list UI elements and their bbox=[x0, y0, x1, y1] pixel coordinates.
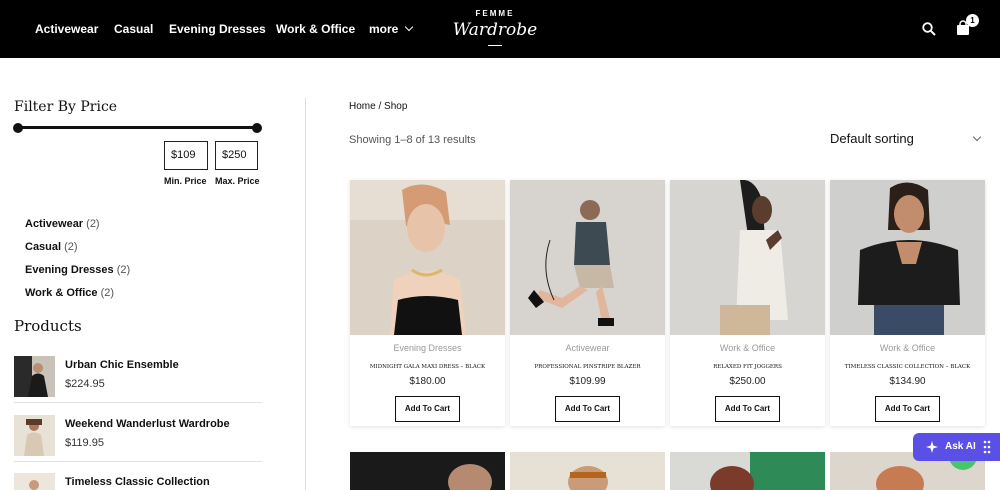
price-slider-max-handle[interactable] bbox=[252, 123, 262, 133]
product-price: $109.99 bbox=[569, 376, 606, 387]
product-thumbnail[interactable] bbox=[14, 356, 55, 397]
add-to-cart-button[interactable]: Add To Cart bbox=[875, 396, 940, 422]
drag-handle-icon[interactable] bbox=[983, 440, 991, 454]
price-slider-min-handle[interactable] bbox=[13, 123, 23, 133]
sidebar-product-price: $119.95 bbox=[65, 437, 104, 449]
ask-ai-button[interactable]: Ask AI bbox=[913, 433, 1000, 461]
max-price-label: Max. Price bbox=[215, 176, 260, 186]
sort-dropdown[interactable]: Default sorting bbox=[830, 131, 984, 146]
product-card: Work & Office TIMELESS CLASSIC COLLECTIO… bbox=[830, 180, 985, 426]
breadcrumb-current: Shop bbox=[384, 101, 408, 112]
product-image[interactable] bbox=[830, 180, 985, 335]
product-category[interactable]: Work & Office bbox=[670, 343, 825, 353]
product-card: Work & Office RELAXED FIT JOGGERS $250.0… bbox=[670, 180, 825, 426]
product-image[interactable] bbox=[670, 452, 825, 490]
search-icon[interactable] bbox=[922, 22, 936, 36]
chevron-down-icon bbox=[405, 22, 414, 32]
add-to-cart-button[interactable]: Add To Cart bbox=[555, 396, 620, 422]
product-price: $250.00 bbox=[729, 376, 766, 387]
product-title[interactable]: RELAXED FIT JOGGERS bbox=[670, 364, 825, 370]
max-price-input[interactable]: $250 bbox=[215, 141, 258, 170]
nav-more[interactable]: more bbox=[369, 22, 414, 36]
sidebar-product-name[interactable]: Timeless Classic Collection bbox=[65, 476, 210, 488]
category-name: Work & Office bbox=[25, 287, 98, 299]
sidebar-product-price: $224.95 bbox=[65, 378, 105, 390]
sidebar-product-name[interactable]: Weekend Wanderlust Wardrobe bbox=[65, 418, 230, 430]
product-image[interactable] bbox=[350, 180, 505, 335]
category-count: (2) bbox=[116, 264, 131, 276]
chevron-down-icon bbox=[972, 132, 982, 142]
nav-activewear[interactable]: Activewear bbox=[35, 22, 98, 36]
result-count: Showing 1–8 of 13 results bbox=[349, 134, 476, 146]
brand-logo[interactable]: Wardrobe bbox=[440, 20, 550, 40]
category-name: Evening Dresses bbox=[25, 264, 114, 276]
sparkle-icon bbox=[926, 441, 938, 453]
product-title[interactable]: TIMELESS CLASSIC COLLECTION – BLACK bbox=[830, 364, 985, 370]
cart-count-badge: 1 bbox=[966, 14, 979, 27]
add-to-cart-button[interactable]: Add To Cart bbox=[395, 396, 460, 422]
brand-small: FEMME bbox=[475, 9, 515, 18]
sidebar-product-name[interactable]: Urban Chic Ensemble bbox=[65, 359, 179, 371]
category-casual[interactable]: Casual (2) bbox=[25, 241, 78, 253]
sidebar-divider bbox=[305, 98, 306, 490]
ask-ai-label: Ask AI bbox=[945, 441, 976, 452]
category-activewear[interactable]: Activewear (2) bbox=[25, 218, 100, 230]
product-card: Evening Dresses MIDNIGHT GALA MAXI DRESS… bbox=[350, 180, 505, 426]
sidebar-product-divider bbox=[14, 461, 262, 462]
category-count: (2) bbox=[100, 287, 115, 299]
nav-casual[interactable]: Casual bbox=[114, 22, 153, 36]
product-category[interactable]: Evening Dresses bbox=[350, 343, 505, 353]
category-evening-dresses[interactable]: Evening Dresses (2) bbox=[25, 264, 130, 276]
product-title[interactable]: PROFESSIONAL PINSTRIPE BLAZER bbox=[510, 364, 665, 370]
product-thumbnail[interactable] bbox=[14, 415, 55, 456]
product-price: $180.00 bbox=[409, 376, 446, 387]
product-image[interactable] bbox=[670, 180, 825, 335]
filter-price-title: Filter By Price bbox=[14, 99, 118, 115]
products-widget-title: Products bbox=[14, 317, 82, 335]
sidebar-product-divider bbox=[14, 402, 262, 403]
breadcrumb-home[interactable]: Home bbox=[349, 101, 376, 112]
nav-work-office[interactable]: Work & Office bbox=[276, 22, 355, 36]
product-image[interactable] bbox=[510, 452, 665, 490]
sort-selected-value: Default sorting bbox=[830, 131, 914, 146]
add-to-cart-button[interactable]: Add To Cart bbox=[715, 396, 780, 422]
product-image[interactable] bbox=[350, 452, 505, 490]
product-price: $134.90 bbox=[889, 376, 926, 387]
product-thumbnail[interactable] bbox=[14, 473, 55, 490]
category-count: (2) bbox=[64, 241, 78, 253]
category-work-office[interactable]: Work & Office (2) bbox=[25, 287, 114, 299]
min-price-label: Min. Price bbox=[164, 176, 207, 186]
breadcrumb-separator: / bbox=[375, 101, 385, 112]
breadcrumb: Home / Shop bbox=[349, 101, 407, 112]
product-category[interactable]: Activewear bbox=[510, 343, 665, 353]
site-header: Activewear Casual Evening Dresses Work &… bbox=[0, 0, 1000, 58]
product-title[interactable]: MIDNIGHT GALA MAXI DRESS – BLACK bbox=[350, 364, 505, 370]
min-price-input[interactable]: $109 bbox=[164, 141, 208, 170]
nav-evening-dresses[interactable]: Evening Dresses bbox=[169, 22, 266, 36]
product-card: Activewear PROFESSIONAL PINSTRIPE BLAZER… bbox=[510, 180, 665, 426]
category-name: Activewear bbox=[25, 218, 84, 230]
nav-more-label: more bbox=[369, 22, 399, 36]
product-category[interactable]: Work & Office bbox=[830, 343, 985, 353]
category-name: Casual bbox=[25, 241, 62, 253]
category-count: (2) bbox=[86, 218, 100, 230]
price-slider-track[interactable] bbox=[18, 126, 258, 129]
brand-underline bbox=[488, 45, 502, 46]
product-image[interactable] bbox=[510, 180, 665, 335]
